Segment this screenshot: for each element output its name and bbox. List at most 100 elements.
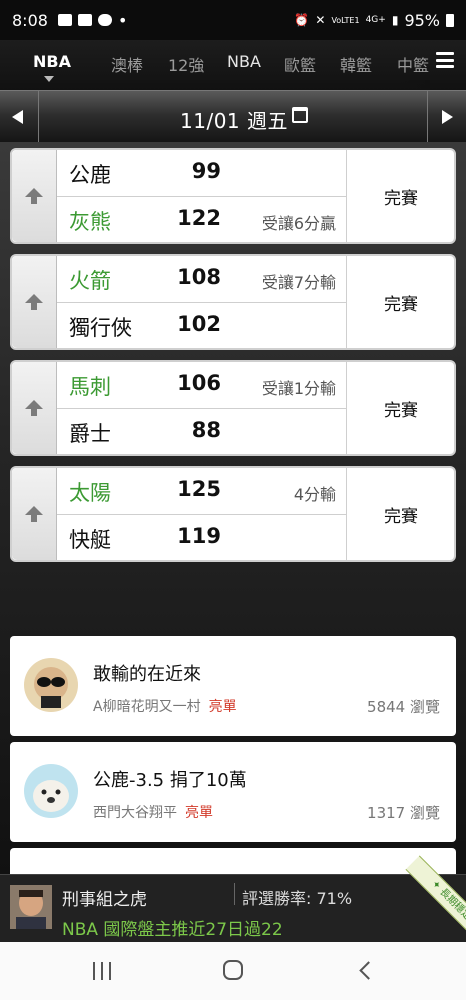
- alarm-icon: ⏰: [294, 13, 310, 27]
- battery-level: 95%: [404, 10, 440, 30]
- team-name: 太陽: [69, 481, 111, 505]
- date-bar: 11/01 週五: [0, 90, 466, 143]
- article-author: 西門大谷翔平 亮單: [93, 802, 213, 822]
- home-icon[interactable]: [223, 960, 243, 980]
- team-score: 106: [177, 371, 221, 395]
- view-count: 5844 瀏覽: [367, 698, 440, 716]
- team-score: 88: [191, 418, 221, 442]
- current-date[interactable]: 11/01 週五: [180, 105, 288, 134]
- clock: 8:08: [12, 10, 48, 30]
- up-arrow-icon: [25, 506, 43, 522]
- game-status: 完賽: [346, 150, 455, 242]
- right-arrow-icon: [442, 110, 453, 124]
- team-score: 108: [177, 265, 221, 289]
- expand-cell[interactable]: [12, 468, 57, 560]
- team-row: 快艇 119: [57, 515, 346, 561]
- notification-icons: •: [57, 10, 128, 30]
- team-row: 火箭 108 受讓7分輸: [57, 256, 346, 303]
- recent-apps-icon[interactable]: [93, 962, 111, 980]
- handicap-note: 4分輸: [293, 485, 336, 504]
- article-card[interactable]: 公鹿-3.5 捐了10萬 西門大谷翔平 亮單 1317 瀏覽: [10, 742, 456, 842]
- author-name[interactable]: 西門大谷翔平: [93, 805, 177, 821]
- active-tab-caret: [44, 76, 54, 82]
- win-rate: 評選勝率: 71%: [242, 889, 353, 908]
- team-row: 公鹿 99: [57, 150, 346, 197]
- expand-cell[interactable]: [12, 362, 57, 454]
- expert-avatar[interactable]: [10, 885, 52, 929]
- team-score: 119: [177, 524, 221, 548]
- team-name: 快艇: [69, 528, 111, 552]
- article-author: A柳暗花明又一村 亮單: [93, 696, 237, 716]
- game-card[interactable]: 馬刺 106 受讓1分輸 爵士 88 完賽: [10, 360, 456, 456]
- tab-premier12[interactable]: 12強: [168, 52, 204, 76]
- handicap-note: 受讓7分輸: [261, 273, 336, 292]
- network-label: 4G+: [365, 15, 386, 25]
- status-bar: 8:08 • ⏰ ✕ VoLTE1 4G+ ▮ 95%: [0, 0, 466, 40]
- game-status: 完賽: [346, 256, 455, 348]
- article-card[interactable]: 敢輸的在近來 A柳暗花明又一村 亮單 5844 瀏覽: [10, 636, 456, 736]
- up-arrow-icon: [25, 400, 43, 416]
- menu-icon[interactable]: [436, 52, 454, 68]
- game-status: 完賽: [346, 362, 455, 454]
- mail-icon: [77, 14, 92, 26]
- team-row: 獨行俠 102: [57, 303, 346, 349]
- team-score: 125: [177, 477, 221, 501]
- volte-label: VoLTE1: [331, 15, 360, 25]
- team-name: 馬刺: [69, 375, 111, 399]
- battery-icon: [446, 13, 454, 27]
- tab-nba-active[interactable]: NBA: [33, 52, 71, 71]
- system-nav-bar: [0, 942, 466, 1000]
- up-arrow-icon: [25, 294, 43, 310]
- left-arrow-icon: [12, 110, 23, 124]
- article-title[interactable]: 敢輸的在近來: [93, 660, 201, 686]
- article-title[interactable]: 公鹿-3.5 捐了10萬: [93, 766, 247, 792]
- team-name: 灰熊: [69, 210, 111, 234]
- expert-name: 刑事組之虎: [62, 890, 147, 910]
- game-card[interactable]: 公鹿 99 灰熊 122 受讓6分贏 完賽: [10, 148, 456, 244]
- tab-euro-basketball[interactable]: 歐籃: [284, 52, 316, 76]
- calendar-icon[interactable]: [292, 107, 308, 123]
- team-name: 公鹿: [69, 163, 111, 187]
- system-icons: ⏰ ✕ VoLTE1 4G+ ▮ 95%: [294, 0, 454, 40]
- team-row: 馬刺 106 受讓1分輸: [57, 362, 346, 409]
- pick-summary: NBA 國際盤主推近27日過22: [62, 920, 283, 940]
- game-card[interactable]: 火箭 108 受讓7分輸 獨行俠 102 完賽: [10, 254, 456, 350]
- tab-korea-basketball[interactable]: 韓籃: [340, 52, 372, 76]
- notification-dot: •: [117, 10, 128, 30]
- author-avatar[interactable]: [24, 658, 78, 712]
- line-icon: [97, 14, 112, 26]
- team-name: 火箭: [69, 269, 111, 293]
- expert-promo-banner[interactable]: 刑事組之虎 評選勝率: 71% NBA 國際盤主推近27日過22 ✦ 長期穩定 …: [0, 855, 466, 955]
- tab-aobang[interactable]: 澳棒: [111, 52, 143, 76]
- article-badge: 亮單: [185, 805, 213, 821]
- mute-icon: ✕: [315, 13, 326, 27]
- handicap-note: 受讓1分輸: [261, 379, 336, 398]
- expand-cell[interactable]: [12, 256, 57, 348]
- tab-china-basketball[interactable]: 中籃: [397, 52, 429, 76]
- game-status: 完賽: [346, 468, 455, 560]
- up-arrow-icon: [25, 188, 43, 204]
- view-count: 1317 瀏覽: [367, 804, 440, 822]
- team-score: 102: [177, 312, 221, 336]
- article-badge: 亮單: [208, 699, 237, 715]
- tab-nba[interactable]: NBA: [227, 52, 261, 71]
- prev-date-button[interactable]: [0, 91, 39, 143]
- gallery-icon: [57, 14, 72, 26]
- team-score: 122: [177, 206, 221, 230]
- team-name: 獨行俠: [69, 316, 132, 340]
- handicap-note: 受讓6分贏: [261, 214, 336, 233]
- back-icon[interactable]: [359, 961, 378, 980]
- game-card[interactable]: 太陽 125 4分輸 快艇 119 完賽: [10, 466, 456, 562]
- team-score: 99: [191, 159, 221, 183]
- team-row: 灰熊 122 受讓6分贏: [57, 197, 346, 243]
- league-tabs: NBA 澳棒 12強 NBA 歐籃 韓籃 中籃: [0, 40, 466, 130]
- team-name: 爵士: [69, 422, 111, 446]
- signal-icon: ▮: [391, 13, 399, 27]
- team-row: 太陽 125 4分輸: [57, 468, 346, 515]
- next-date-button[interactable]: [427, 91, 466, 143]
- team-row: 爵士 88: [57, 409, 346, 455]
- promo-divider: [234, 883, 235, 905]
- author-avatar[interactable]: [24, 764, 78, 818]
- expand-cell[interactable]: [12, 150, 57, 242]
- author-name[interactable]: A柳暗花明又一村: [93, 699, 201, 715]
